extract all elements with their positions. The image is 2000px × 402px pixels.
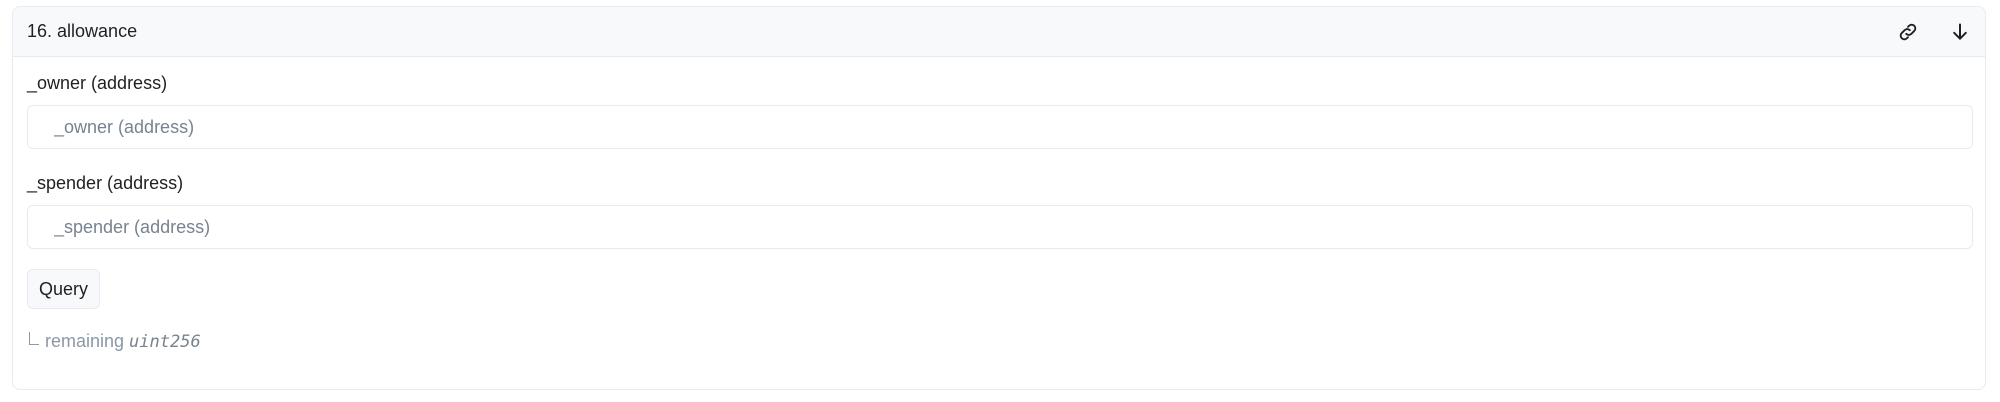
method-title: 16. allowance (27, 21, 138, 41)
spender-field-group: _spender (address) (27, 173, 1973, 249)
header-actions (1895, 19, 1973, 45)
owner-label: _owner (address) (27, 73, 168, 93)
result-row: remaining uint256 (27, 331, 1971, 352)
link-icon[interactable] (1895, 19, 1921, 45)
owner-input[interactable] (27, 105, 1973, 149)
arrow-down-icon[interactable] (1947, 19, 1973, 45)
spender-label: _spender (address) (27, 173, 184, 193)
branch-icon (29, 332, 39, 345)
owner-field-group: _owner (address) (27, 73, 1973, 149)
method-card: 16. allowance _owner (address) _spender (12, 6, 1986, 390)
method-card-header[interactable]: 16. allowance (13, 7, 1985, 57)
result-name: remaining (45, 331, 125, 351)
spender-input[interactable] (27, 205, 1973, 249)
query-button[interactable]: Query (27, 269, 101, 309)
result-type: uint256 (129, 331, 201, 352)
method-card-body: _owner (address) _spender (address) Quer… (13, 57, 1985, 352)
